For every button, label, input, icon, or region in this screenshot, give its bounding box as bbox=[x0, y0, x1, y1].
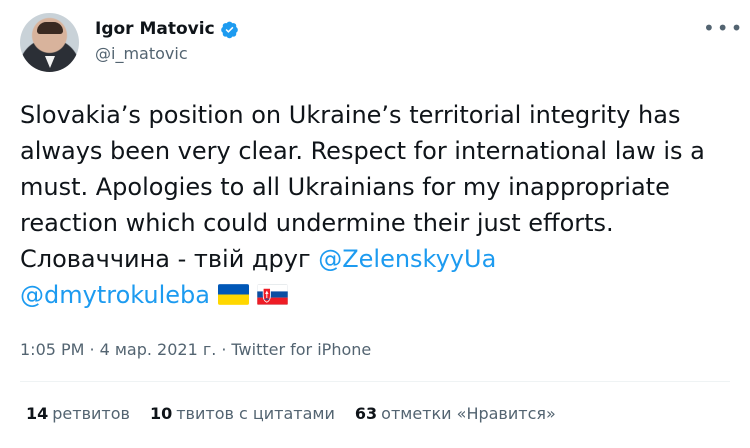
author-display-name[interactable]: Igor Matovic bbox=[95, 19, 215, 39]
retweets-label: ретвитов bbox=[52, 404, 130, 423]
retweets-count: 14 bbox=[26, 404, 49, 423]
likes-count: 63 bbox=[354, 404, 378, 423]
avatar[interactable] bbox=[20, 13, 79, 72]
tweet-meta: 1:05 PM · 4 мар. 2021 г. · Twitter for i… bbox=[20, 340, 371, 359]
tweet-line: reaction which could undermine their jus… bbox=[20, 209, 614, 237]
avatar-hair bbox=[37, 22, 63, 34]
likes-label: отметки «Нравится» bbox=[381, 404, 556, 423]
slovakia-flag-icon bbox=[257, 284, 288, 305]
divider bbox=[20, 381, 730, 382]
retweets-stat[interactable]: 14 ретвитов bbox=[26, 404, 130, 423]
tweet-line: Словаччина - твій друг bbox=[20, 245, 319, 273]
quotes-stat[interactable]: 10 твитов с цитатами bbox=[150, 404, 335, 423]
tweet-text: Slovakia’s position on Ukraine’s territo… bbox=[20, 97, 735, 313]
more-horizontal-icon[interactable]: ••• bbox=[703, 18, 744, 38]
tweet-line: must. Apologies to all Ukrainians for my… bbox=[20, 173, 670, 201]
verified-badge-icon bbox=[220, 21, 238, 38]
author-handle[interactable]: @i_matovic bbox=[95, 44, 188, 63]
tweet-date[interactable]: 4 мар. 2021 г. bbox=[100, 340, 217, 359]
meta-separator: · bbox=[221, 340, 227, 359]
mention-link[interactable]: @dmytrokuleba bbox=[20, 281, 210, 309]
tweet-time[interactable]: 1:05 PM bbox=[20, 340, 84, 359]
avatar-collar bbox=[45, 56, 55, 68]
quotes-count: 10 bbox=[149, 404, 173, 423]
tweet-source[interactable]: Twitter for iPhone bbox=[231, 340, 371, 359]
meta-separator: · bbox=[89, 340, 95, 359]
likes-stat[interactable]: 63 отметки «Нравится» bbox=[355, 404, 556, 423]
tweet-line: always been very clear. Respect for inte… bbox=[20, 137, 705, 165]
tweet-line: Slovakia’s position on Ukraine’s territo… bbox=[20, 101, 681, 129]
mention-link[interactable]: @ZelenskyyUa bbox=[318, 245, 496, 273]
tweet-stats: 14 ретвитов 10 твитов с цитатами 63 отме… bbox=[26, 404, 556, 423]
quotes-label: твитов с цитатами bbox=[176, 404, 335, 423]
ukraine-flag-icon bbox=[218, 284, 249, 305]
author-name-row: Igor Matovic bbox=[95, 17, 239, 41]
